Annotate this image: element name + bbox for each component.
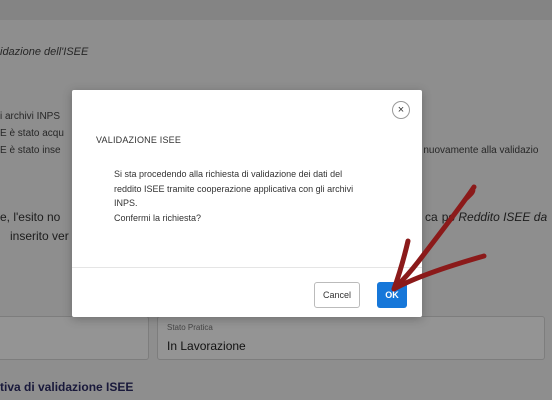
- dialog-title: VALIDAZIONE ISEE: [96, 135, 182, 145]
- ok-button[interactable]: OK: [377, 282, 407, 308]
- dialog-message-line: Confermi la richiesta?: [114, 212, 202, 223]
- close-icon[interactable]: ×: [392, 101, 410, 119]
- dialog-message: Si sta procedendo alla richiesta di vali…: [114, 167, 374, 225]
- dialog-message-line: INPS.: [114, 198, 138, 208]
- dialog-divider: [72, 267, 422, 268]
- dialog-message-line: Si sta procedendo alla richiesta di vali…: [114, 169, 343, 179]
- cancel-button[interactable]: Cancel: [314, 282, 360, 308]
- validazione-isee-dialog: × VALIDAZIONE ISEE Si sta procedendo all…: [72, 90, 422, 317]
- dialog-message-line: reddito ISEE tramite cooperazione applic…: [114, 183, 354, 194]
